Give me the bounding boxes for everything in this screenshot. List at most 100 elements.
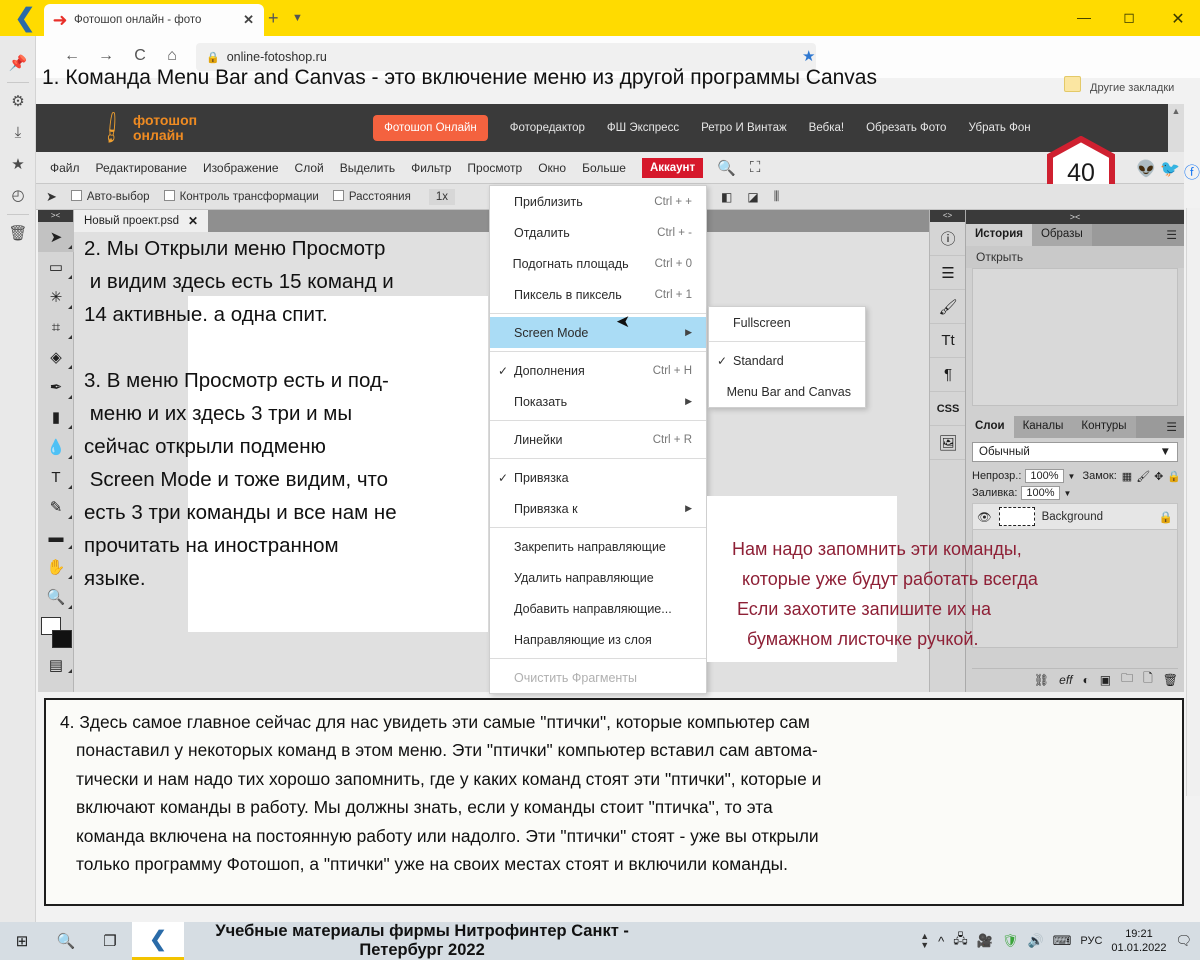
- download-icon[interactable]: ⤓: [0, 124, 36, 141]
- align-right-icon[interactable]: ◪: [747, 190, 759, 204]
- background-color-swatch[interactable]: [52, 630, 72, 648]
- tab-kanaly[interactable]: Каналы: [1013, 416, 1073, 438]
- tool-hand-tool[interactable]: ✋: [38, 552, 74, 582]
- paragraph-icon[interactable]: ¶: [930, 358, 966, 392]
- back-button[interactable]: ←: [60, 47, 84, 65]
- nav-link-4[interactable]: Обрезать Фото: [866, 122, 946, 134]
- image-icon[interactable]: 🖼: [930, 426, 966, 460]
- history-panel-menu-icon[interactable]: ☰: [1166, 228, 1177, 242]
- yandex-browser-icon[interactable]: ❮: [132, 922, 184, 960]
- screen-mode-item-fullscreen[interactable]: Fullscreen: [709, 307, 865, 338]
- transform-controls-option[interactable]: Контроль трансформации: [163, 190, 319, 203]
- distribute-icon[interactable]: ⫼: [774, 189, 781, 204]
- document-tab-close[interactable]: ✕: [188, 214, 198, 228]
- view-menu-item-3[interactable]: Пиксель в пиксель Ctrl + 1: [490, 279, 706, 310]
- keyboard-icon[interactable]: ⌨: [1053, 933, 1072, 949]
- window-minimize-button[interactable]: —: [1073, 9, 1095, 25]
- pin-icon[interactable]: 📌: [0, 54, 36, 72]
- layers-panel-menu-icon[interactable]: ☰: [1166, 420, 1177, 434]
- fx-icon[interactable]: eff: [1059, 673, 1072, 687]
- panel-rail-grip[interactable]: <>: [930, 210, 965, 222]
- search-icon[interactable]: 🔍: [717, 159, 736, 177]
- shield-icon[interactable]: 🛡: [1002, 933, 1019, 949]
- move-lock-icon[interactable]: ✥: [1154, 470, 1163, 483]
- facebook-icon[interactable]: ⓕ: [1184, 159, 1200, 183]
- layer-row-background[interactable]: 👁 Background 🔒: [972, 503, 1178, 530]
- group-icon[interactable]: 🗀: [1121, 669, 1133, 690]
- tool-brush-tool[interactable]: ✒: [38, 372, 74, 402]
- view-menu-item-9[interactable]: Привязка к ▶: [490, 493, 706, 524]
- history-icon[interactable]: ◴: [0, 186, 36, 204]
- color-swatches[interactable]: [38, 614, 74, 654]
- screen-mode-item-standard[interactable]: ✓ Standard: [709, 345, 865, 376]
- css-icon[interactable]: CSS: [930, 392, 966, 426]
- nav-link-5[interactable]: Убрать Фон: [968, 122, 1030, 134]
- network-icon[interactable]: 🖧: [953, 930, 968, 952]
- nav-link-3[interactable]: Вебка!: [809, 122, 844, 134]
- new-layer-icon[interactable]: 🗋: [1143, 669, 1153, 690]
- view-menu-item-screen-mode[interactable]: Screen Mode ▶: [490, 317, 706, 348]
- tool-move-tool[interactable]: ➤: [38, 222, 74, 252]
- delete-icon[interactable]: 🗑: [1163, 673, 1178, 687]
- view-menu-item-13[interactable]: Направляющие из слоя: [490, 624, 706, 655]
- nav-link-2[interactable]: Ретро И Винтаж: [701, 122, 787, 134]
- transparency-lock-icon[interactable]: ▦: [1122, 470, 1132, 483]
- fill-value[interactable]: 100%: [1021, 486, 1060, 500]
- twitter-icon[interactable]: 🐦: [1160, 159, 1180, 179]
- other-bookmarks-label[interactable]: Другие закладки: [1090, 82, 1174, 94]
- tab-close-button[interactable]: ✕: [239, 12, 258, 28]
- fullscreen-icon[interactable]: ⛶: [750, 159, 761, 176]
- home-button[interactable]: ⌂: [160, 47, 184, 65]
- opacity-value[interactable]: 100%: [1025, 469, 1064, 483]
- task-view-icon[interactable]: ❐: [88, 932, 132, 950]
- star-icon[interactable]: ★: [0, 155, 36, 173]
- menu-prosmotr[interactable]: Просмотр: [467, 161, 522, 175]
- tool-crop-tool[interactable]: ⌗: [38, 312, 74, 342]
- search-icon[interactable]: 🔍: [44, 932, 88, 950]
- tool-options-toggle[interactable]: ▤: [38, 654, 74, 676]
- tool-blur-tool[interactable]: 💧: [38, 432, 74, 462]
- all-lock-icon[interactable]: 🔒: [1167, 470, 1181, 483]
- view-menu-item-8[interactable]: ✓ Привязка: [490, 462, 706, 493]
- gear-icon[interactable]: ⚙: [0, 92, 36, 110]
- menu-okno[interactable]: Окно: [538, 161, 566, 175]
- info-icon[interactable]: ⓘ: [930, 222, 966, 256]
- tab-istoriya[interactable]: История: [966, 224, 1032, 246]
- tool-gradient-tool[interactable]: ▮: [38, 402, 74, 432]
- forward-button[interactable]: →: [94, 47, 118, 65]
- bookmark-star-icon[interactable]: ★: [802, 47, 815, 65]
- auto-select-option[interactable]: Авто-выбор: [70, 190, 150, 203]
- view-menu-item-5[interactable]: ✓ Дополнения Ctrl + H: [490, 355, 706, 386]
- tool-type-tool[interactable]: T: [38, 462, 74, 492]
- tab-sloi[interactable]: Слои: [966, 416, 1014, 438]
- menu-sloy[interactable]: Слой: [295, 161, 324, 175]
- notifications-icon[interactable]: 🗨: [1175, 933, 1192, 949]
- opacity-chevron-icon[interactable]: ▼: [1068, 472, 1076, 481]
- tool-eyedropper-tool[interactable]: ◈: [38, 342, 74, 372]
- menu-vydelit[interactable]: Выделить: [340, 161, 395, 175]
- eye-icon[interactable]: 👁: [977, 510, 992, 524]
- view-menu-item-6[interactable]: Показать ▶: [490, 386, 706, 417]
- scroll-updown-icon[interactable]: ▲ ▼: [920, 932, 929, 950]
- history-item-otkryt[interactable]: Открыть: [966, 246, 1184, 268]
- mask-icon[interactable]: ▣: [1100, 673, 1111, 687]
- blend-mode-select[interactable]: Обычный ▼: [972, 442, 1178, 462]
- tab-list-button[interactable]: ▼: [292, 12, 303, 24]
- view-menu-item-7[interactable]: Линейки Ctrl + R: [490, 424, 706, 455]
- view-menu-item-10[interactable]: Закрепить направляющие: [490, 531, 706, 562]
- view-menu-item-12[interactable]: Добавить направляющие...: [490, 593, 706, 624]
- site-logo[interactable]: 🖌 фотошоп онлайн: [93, 109, 197, 146]
- volume-icon[interactable]: 🔊: [1027, 933, 1043, 949]
- distances-option[interactable]: Расстояния: [332, 190, 411, 203]
- nav-primary-button[interactable]: Фотошоп Онлайн: [373, 115, 488, 141]
- paint-lock-icon[interactable]: 🖌: [1136, 470, 1150, 483]
- tab-obrazy[interactable]: Образы: [1031, 224, 1092, 246]
- tool-palette-grip[interactable]: ><: [38, 210, 73, 222]
- menu-bolshe[interactable]: Больше: [582, 161, 626, 175]
- reddit-icon[interactable]: 👽: [1136, 159, 1156, 179]
- account-button[interactable]: Аккаунт: [641, 157, 704, 178]
- menu-redaktirovanie[interactable]: Редактирование: [96, 161, 187, 175]
- view-menu-item-2[interactable]: Подогнать площадь Ctrl + 0: [490, 248, 706, 279]
- tab-kontury[interactable]: Контуры: [1072, 416, 1136, 438]
- reload-button[interactable]: C: [128, 47, 152, 65]
